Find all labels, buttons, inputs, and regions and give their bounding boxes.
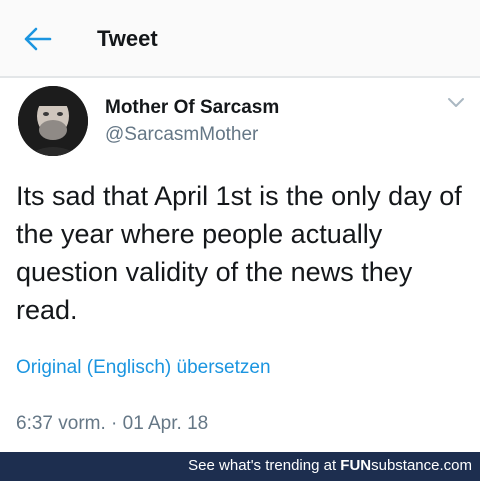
watermark-footer: See what's trending at FUNsubstance.com xyxy=(0,452,480,481)
translate-link[interactable]: Original (Englisch) übersetzen xyxy=(16,357,271,379)
user-handle[interactable]: @SarcasmMother xyxy=(105,124,258,146)
user-name[interactable]: Mother Of Sarcasm xyxy=(105,97,279,119)
footer-text: See what's trending at FUNsubstance.com xyxy=(188,457,472,474)
page-title: Tweet xyxy=(97,26,158,51)
avatar[interactable] xyxy=(18,86,88,156)
brand-rest: substance.com xyxy=(371,457,472,474)
chevron-down-icon[interactable] xyxy=(447,96,465,110)
brand-fun: FUN xyxy=(340,457,372,474)
back-arrow-icon[interactable] xyxy=(22,26,52,52)
tweet-text: Its sad that April 1st is the only day o… xyxy=(16,181,462,325)
footer-prefix: See what's trending at xyxy=(188,457,341,474)
avatar-image xyxy=(18,86,88,156)
tweet-timestamp: 6:37 vorm. · 01 Apr. 18 xyxy=(16,413,209,434)
top-bar: Tweet xyxy=(0,0,480,78)
